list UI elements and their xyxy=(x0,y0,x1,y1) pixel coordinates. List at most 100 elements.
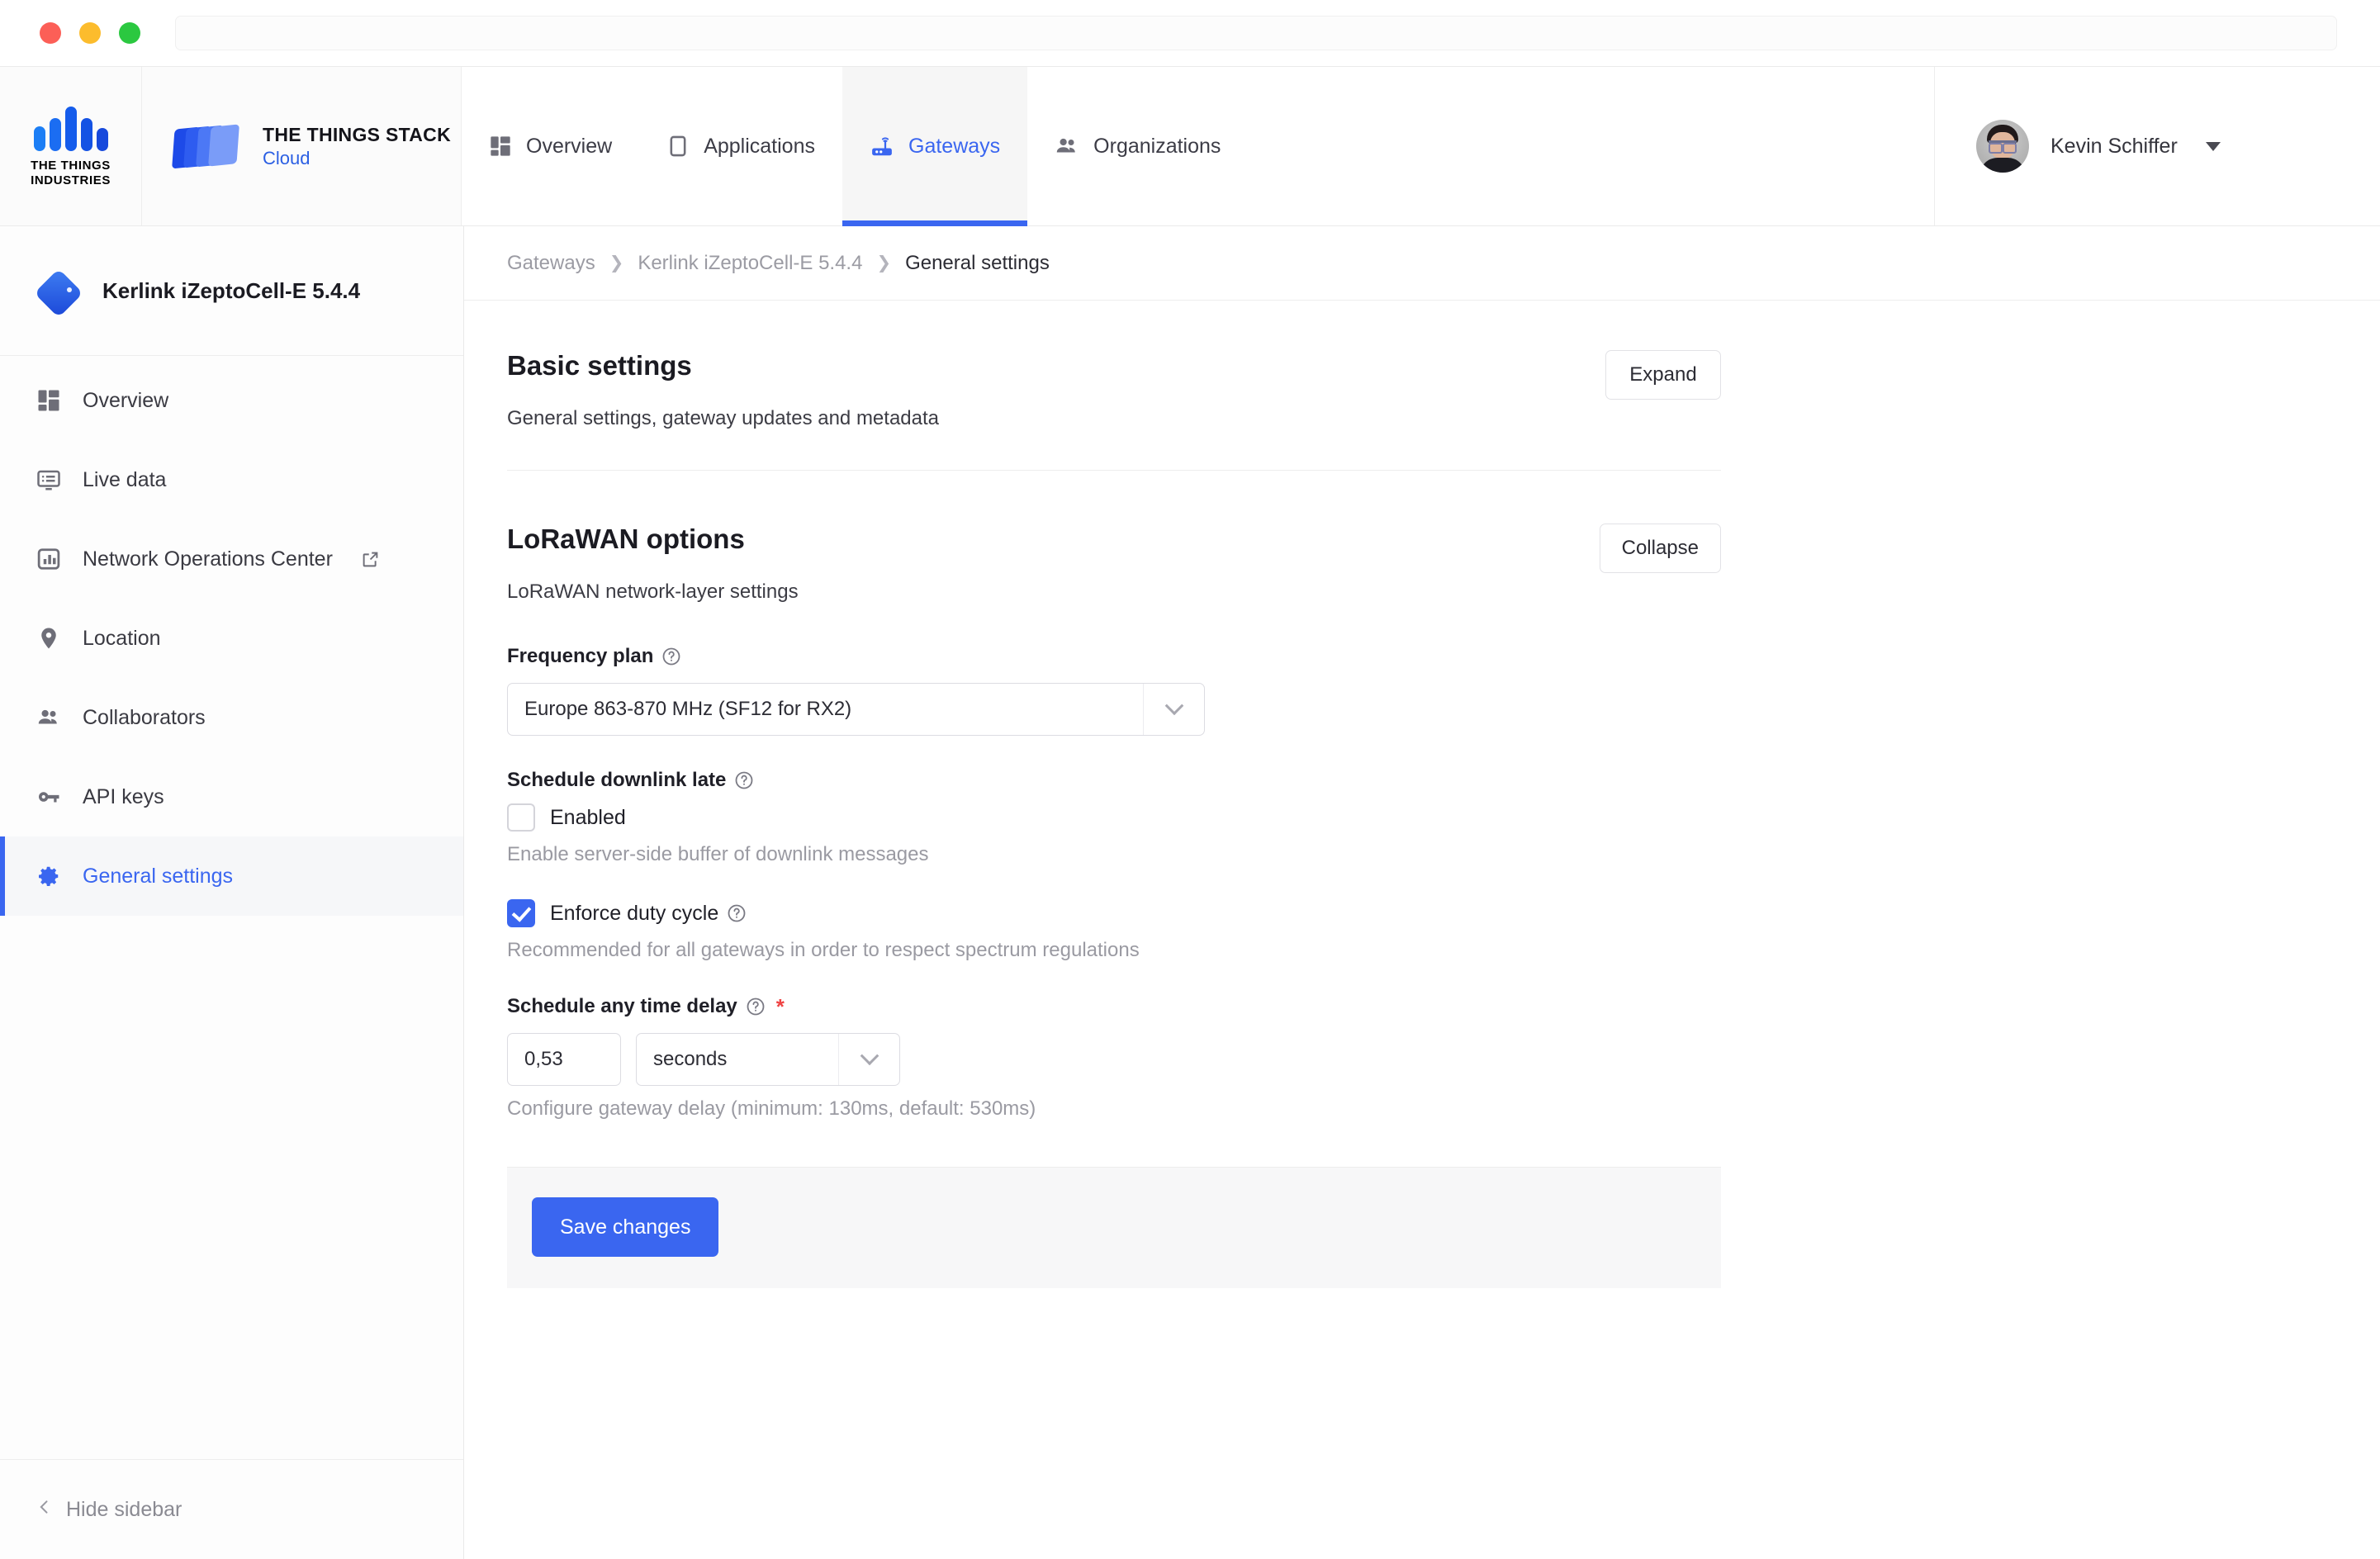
schedule-any-time-delay-label: Schedule any time delay xyxy=(507,995,737,1017)
tti-logo-text: THE THINGS INDUSTRIES xyxy=(31,159,111,187)
sidebar-item-overview[interactable]: Overview xyxy=(0,361,463,440)
help-icon[interactable] xyxy=(746,997,766,1016)
enforce-duty-cycle-field: Enforce duty cycle Recommended for all g… xyxy=(507,899,1721,962)
top-navigation-bar: THE THINGS INDUSTRIES THE THINGS STACK C… xyxy=(0,66,2380,226)
chevron-down-icon[interactable] xyxy=(838,1034,899,1085)
schedule-downlink-late-checkbox-label: Enabled xyxy=(550,805,626,829)
nav-tab-organizations[interactable]: Organizations xyxy=(1027,67,1248,225)
router-icon xyxy=(870,134,894,159)
sidebar-item-general-settings[interactable]: General settings xyxy=(0,836,463,916)
basic-settings-description: General settings, gateway updates and me… xyxy=(507,407,940,429)
basic-settings-section: Basic settings General settings, gateway… xyxy=(507,350,1721,430)
section-divider xyxy=(507,470,1721,471)
sidebar-item-network-operations-center[interactable]: Network Operations Center xyxy=(0,519,463,599)
chevron-down-icon[interactable] xyxy=(1143,684,1204,735)
tti-logo-line2: INDUSTRIES xyxy=(31,173,111,187)
enforce-duty-cycle-label: Enforce duty cycle xyxy=(550,901,719,925)
minimize-window-button[interactable] xyxy=(79,22,101,44)
enforce-duty-cycle-checkbox-row[interactable]: Enforce duty cycle xyxy=(507,899,1721,927)
nav-tab-overview[interactable]: Overview xyxy=(462,67,639,225)
stack-cards-icon xyxy=(172,123,244,169)
breadcrumb: Gateways ❯ Kerlink iZeptoCell-E 5.4.4 ❯ … xyxy=(464,226,2380,301)
schedule-any-time-delay-label-row: Schedule any time delay * xyxy=(507,995,1721,1018)
basic-settings-expand-button[interactable]: Expand xyxy=(1605,350,1721,400)
lorawan-options-title: LoRaWAN options xyxy=(507,524,745,554)
grid-icon xyxy=(36,388,61,413)
nav-tab-applications[interactable]: Applications xyxy=(639,67,842,225)
chevron-left-icon xyxy=(36,1497,53,1523)
sidebar-item-location-label: Location xyxy=(83,626,161,650)
schedule-downlink-late-field: Schedule downlink late Enabled Enable se… xyxy=(507,769,1721,866)
sidebar-item-api-keys-label: API keys xyxy=(83,784,164,808)
schedule-any-time-delay-unit-select[interactable]: seconds xyxy=(636,1033,900,1086)
sidebar-item-live-data-label: Live data xyxy=(83,467,167,491)
sidebar-item-live-data[interactable]: Live data xyxy=(0,440,463,519)
schedule-any-time-delay-hint: Configure gateway delay (minimum: 130ms,… xyxy=(507,1097,1036,1120)
chevron-down-icon xyxy=(2205,141,2221,151)
breadcrumb-separator: ❯ xyxy=(876,254,892,272)
hide-sidebar-button[interactable]: Hide sidebar xyxy=(0,1459,463,1559)
schedule-any-time-delay-unit-value: seconds xyxy=(653,1048,728,1070)
sidebar-gateway-name: Kerlink iZeptoCell-E 5.4.4 xyxy=(102,277,361,303)
save-bar: Save changes xyxy=(507,1167,1721,1288)
tablet-icon xyxy=(666,135,690,158)
key-icon xyxy=(36,784,61,809)
sidebar-item-collaborators[interactable]: Collaborators xyxy=(0,678,463,757)
lorawan-options-collapse-button[interactable]: Collapse xyxy=(1599,524,1721,573)
schedule-downlink-late-checkbox[interactable] xyxy=(507,803,535,832)
the-things-industries-logo[interactable]: THE THINGS INDUSTRIES xyxy=(0,67,142,225)
help-icon[interactable] xyxy=(734,770,754,790)
frequency-plan-field: Frequency plan Europe 863-870 MHz (SF12 … xyxy=(507,645,1721,736)
required-asterisk: * xyxy=(775,994,785,1019)
sidebar-nav: Overview Live data Network Operations Ce… xyxy=(0,356,463,916)
breadcrumb-item-gateways[interactable]: Gateways xyxy=(507,252,595,275)
user-menu[interactable]: Kevin Schiffer xyxy=(1934,67,2380,225)
gateway-icon xyxy=(34,268,83,318)
nav-tab-organizations-label: Organizations xyxy=(1093,134,1221,158)
settings-content: Basic settings General settings, gateway… xyxy=(464,301,2380,1288)
frequency-plan-select[interactable]: Europe 863-870 MHz (SF12 for RX2) xyxy=(507,683,1205,736)
schedule-downlink-late-checkbox-row[interactable]: Enabled xyxy=(507,803,1721,832)
help-icon[interactable] xyxy=(727,903,747,923)
sidebar-item-location[interactable]: Location xyxy=(0,599,463,678)
sidebar-item-general-settings-label: General settings xyxy=(83,864,234,888)
schedule-any-time-delay-inputs: seconds xyxy=(507,1033,1721,1086)
nav-tab-gateways-label: Gateways xyxy=(908,134,1001,158)
browser-chrome xyxy=(0,0,2380,66)
close-window-button[interactable] xyxy=(40,22,61,44)
lorawan-options-description: LoRaWAN network-layer settings xyxy=(507,580,799,603)
avatar xyxy=(1976,120,2029,173)
schedule-any-time-delay-input[interactable] xyxy=(507,1033,621,1086)
schedule-any-time-delay-field: Schedule any time delay * 0,53 seconds C… xyxy=(507,995,1721,1121)
frequency-plan-value: Europe 863-870 MHz (SF12 for RX2) xyxy=(524,698,852,720)
map-pin-icon xyxy=(36,626,61,651)
the-things-stack-logo[interactable]: THE THINGS STACK Cloud xyxy=(142,67,462,225)
enforce-duty-cycle-checkbox[interactable] xyxy=(507,899,535,927)
app-shell: Kerlink iZeptoCell-E 5.4.4 Overview Live… xyxy=(0,226,2380,1559)
frequency-plan-label: Frequency plan xyxy=(507,645,654,667)
people-icon xyxy=(36,705,61,730)
sidebar-gateway-header: Kerlink iZeptoCell-E 5.4.4 xyxy=(0,226,463,356)
nav-tab-overview-label: Overview xyxy=(526,134,613,158)
maximize-window-button[interactable] xyxy=(119,22,140,44)
help-icon[interactable] xyxy=(661,647,681,666)
save-changes-button[interactable]: Save changes xyxy=(532,1197,719,1257)
sidebar-item-api-keys[interactable]: API keys xyxy=(0,757,463,836)
address-bar[interactable] xyxy=(175,16,2337,50)
sidebar-item-network-operations-center-label: Network Operations Center xyxy=(83,547,333,571)
primary-nav-tabs: Overview Applications Gateways Organizat… xyxy=(462,67,1934,226)
external-link-icon xyxy=(362,551,379,568)
breadcrumb-separator: ❯ xyxy=(609,254,624,272)
stack-subtitle: Cloud xyxy=(263,147,311,168)
tti-bars-icon xyxy=(33,105,108,152)
nav-tab-gateways[interactable]: Gateways xyxy=(842,67,1028,226)
gear-icon xyxy=(36,864,61,888)
schedule-downlink-late-label: Schedule downlink late xyxy=(507,769,727,791)
lorawan-options-section: LoRaWAN options LoRaWAN network-layer se… xyxy=(507,524,1721,1288)
list-screen-icon xyxy=(36,467,61,492)
bar-chart-icon xyxy=(36,547,61,571)
breadcrumb-item-gateway[interactable]: Kerlink iZeptoCell-E 5.4.4 xyxy=(638,252,862,275)
sidebar-item-overview-label: Overview xyxy=(83,388,169,412)
frequency-plan-label-row: Frequency plan xyxy=(507,645,1721,668)
main-content: Gateways ❯ Kerlink iZeptoCell-E 5.4.4 ❯ … xyxy=(464,226,2380,1559)
